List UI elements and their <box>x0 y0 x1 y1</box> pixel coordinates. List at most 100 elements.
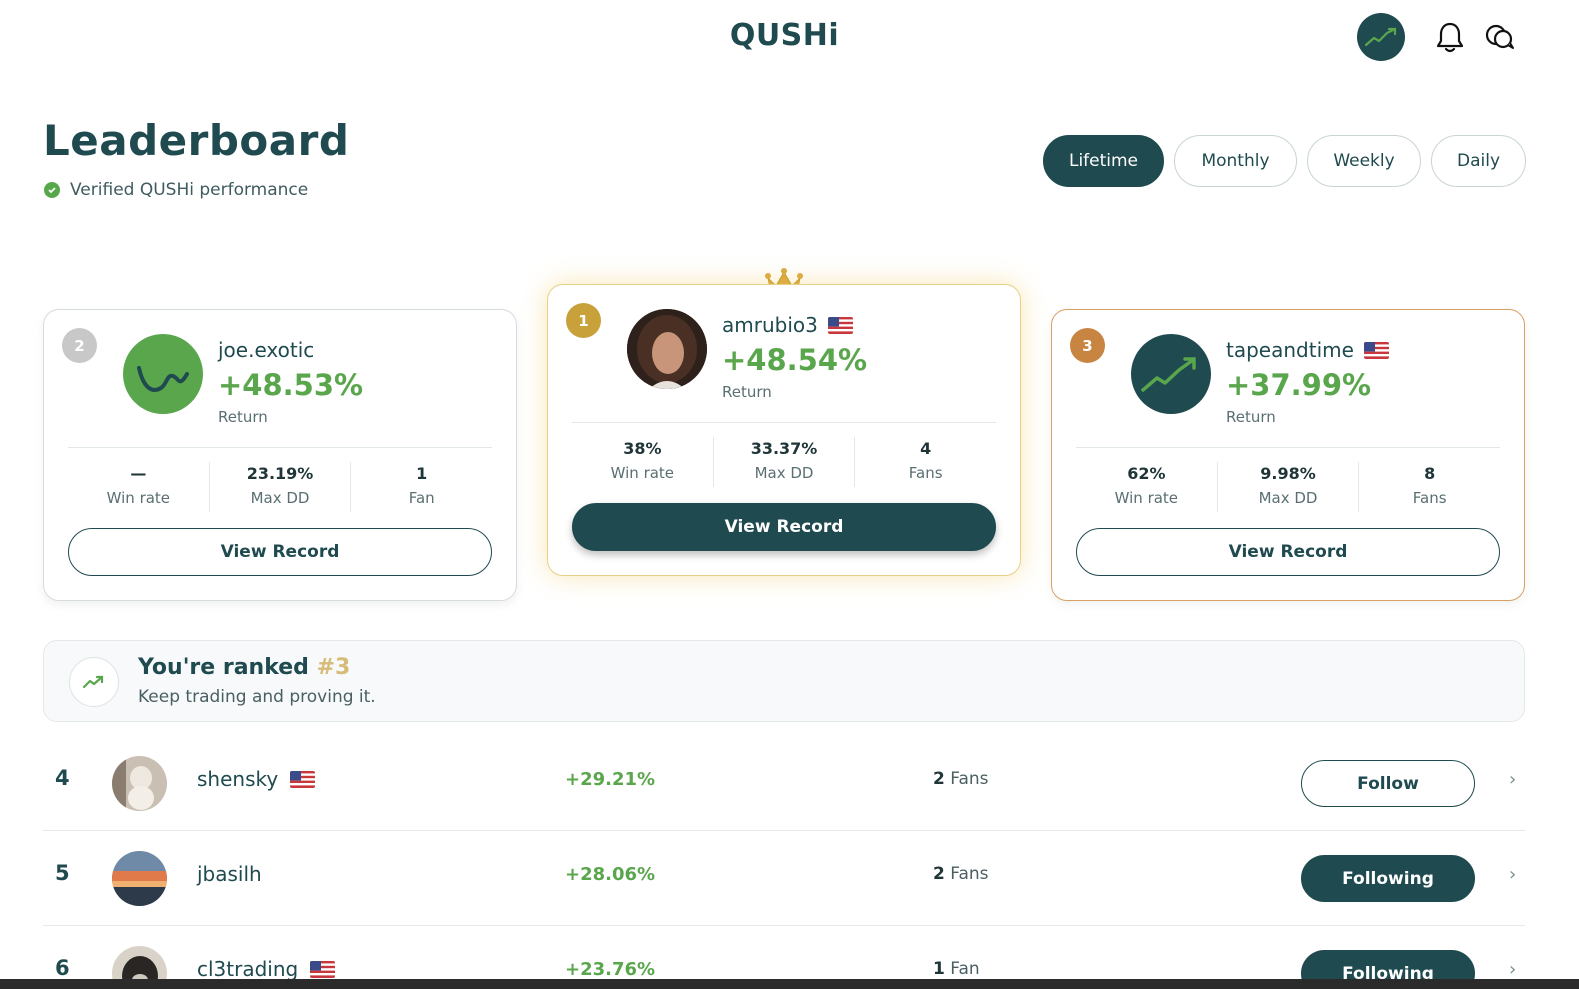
tab-daily[interactable]: Daily <box>1431 135 1526 187</box>
period-tabs: Lifetime Monthly Weekly Daily <box>1043 135 1526 187</box>
username-text[interactable]: tapeandtime <box>1226 338 1354 362</box>
messages-button[interactable] <box>1484 20 1516 54</box>
bell-icon <box>1436 22 1464 53</box>
avatar <box>112 851 167 906</box>
chat-bubbles-icon <box>1485 24 1514 49</box>
stats-row: 62% Win rate 9.98% Max DD 8 Fans <box>1076 462 1500 512</box>
stat-win-rate: 62% Win rate <box>1076 462 1218 512</box>
wave-logo-icon <box>137 366 189 392</box>
row-fans: 1 Fan <box>933 959 980 979</box>
view-record-button[interactable]: View Record <box>1076 528 1500 576</box>
stats-row: 38% Win rate 33.37% Max DD 4 Fans <box>572 437 996 487</box>
profile-avatar[interactable] <box>1357 13 1405 61</box>
podium-card-first[interactable]: 1 amrubio3 +48.54% Return 38% Win rate 3… <box>547 284 1021 576</box>
view-record-button[interactable]: View Record <box>68 528 492 576</box>
username-text[interactable]: jbasilh <box>197 862 262 886</box>
podium-card-second[interactable]: 2 joe.exotic +48.53% Return — Win rate 2… <box>43 309 517 601</box>
row-return: +29.21% <box>565 769 656 790</box>
podium-card-third[interactable]: 3 tapeandtime +37.99% Return 62% Win rat… <box>1051 309 1525 601</box>
verified-text: Verified QUSHi performance <box>70 180 309 200</box>
tab-weekly[interactable]: Weekly <box>1307 135 1421 187</box>
stat-label: Win rate <box>1114 489 1179 507</box>
username[interactable]: jbasilh <box>197 862 262 886</box>
chevron-right-icon[interactable]: › <box>1509 769 1516 790</box>
stat-label: Win rate <box>106 489 171 507</box>
username-text[interactable]: shensky <box>197 767 278 791</box>
stat-value: 8 <box>1424 464 1436 483</box>
return-label: Return <box>1226 408 1276 426</box>
us-flag-icon <box>310 960 336 978</box>
tab-lifetime[interactable]: Lifetime <box>1043 135 1164 187</box>
stat-fans: 1 Fan <box>351 462 492 512</box>
row-rank: 5 <box>55 861 70 885</box>
fans-count: 1 <box>933 959 945 979</box>
avatar <box>1131 334 1211 414</box>
following-button[interactable]: Following <box>1301 855 1475 902</box>
row-rank: 6 <box>55 956 70 980</box>
trend-chart-icon <box>1364 27 1397 47</box>
return-label: Return <box>218 408 268 426</box>
stat-value: 33.37% <box>750 439 818 458</box>
my-rank-subtitle: Keep trading and proving it. <box>138 687 376 707</box>
us-flag-icon <box>827 316 853 334</box>
rank-badge: 1 <box>566 303 601 338</box>
row-fans: 2 Fans <box>933 864 989 884</box>
us-flag-icon <box>1363 341 1389 359</box>
stat-label: Max DD <box>1258 489 1318 507</box>
portrait-photo <box>627 309 707 389</box>
stat-value: 62% <box>1127 464 1166 483</box>
stat-max-dd: 9.98% Max DD <box>1218 462 1360 512</box>
follow-button[interactable]: Follow <box>1301 760 1475 807</box>
username-text[interactable]: joe.exotic <box>218 338 314 362</box>
table-row[interactable]: 4 shensky +29.21% 2 Fans Follow › <box>43 736 1525 831</box>
verified-check-icon <box>44 182 60 198</box>
my-rank-banner: You're ranked #3 Keep trading and provin… <box>43 640 1525 722</box>
app-logo[interactable]: QUSHi <box>0 18 1569 53</box>
row-rank: 4 <box>55 766 70 790</box>
stat-value: — <box>130 464 147 483</box>
avatar <box>123 334 203 414</box>
stat-max-dd: 33.37% Max DD <box>714 437 856 487</box>
username-text[interactable]: cl3trading <box>197 957 298 981</box>
table-row[interactable]: 5 jbasilh +28.06% 2 Fans Following › <box>43 831 1525 926</box>
stat-win-rate: — Win rate <box>68 462 210 512</box>
chevron-right-icon[interactable]: › <box>1509 959 1516 980</box>
stat-label: Max DD <box>250 489 310 507</box>
stat-value: 9.98% <box>1260 464 1316 483</box>
verified-note: Verified QUSHi performance <box>44 180 308 200</box>
notifications-button[interactable] <box>1434 20 1466 54</box>
username[interactable]: joe.exotic <box>218 338 314 362</box>
my-rank-title: You're ranked #3 <box>138 655 350 680</box>
fans-label: Fan <box>950 959 980 979</box>
chevron-right-icon[interactable]: › <box>1509 864 1516 885</box>
username[interactable]: cl3trading <box>197 957 336 981</box>
tab-monthly[interactable]: Monthly <box>1174 135 1297 187</box>
username[interactable]: tapeandtime <box>1226 338 1389 362</box>
return-value: +37.99% <box>1226 368 1372 402</box>
avatar <box>627 309 707 389</box>
stat-fans: 4 Fans <box>855 437 996 487</box>
stat-value: 23.19% <box>246 464 314 483</box>
my-rank-prefix: You're ranked <box>138 655 309 680</box>
stat-value: 4 <box>920 439 932 458</box>
username[interactable]: shensky <box>197 767 316 791</box>
stat-label: Fan <box>408 489 435 507</box>
row-return: +23.76% <box>565 959 656 980</box>
divider <box>572 422 996 423</box>
us-flag-icon <box>290 770 316 788</box>
sunset-photo <box>112 851 167 906</box>
view-record-button[interactable]: View Record <box>572 503 996 551</box>
stat-label: Max DD <box>754 464 814 482</box>
divider <box>1076 447 1500 448</box>
username[interactable]: amrubio3 <box>722 313 853 337</box>
username-text[interactable]: amrubio3 <box>722 313 818 337</box>
return-value: +48.54% <box>722 343 868 377</box>
stat-value: 38% <box>623 439 662 458</box>
my-rank-value: #3 <box>316 655 351 680</box>
avatar <box>112 756 167 811</box>
fans-label: Fans <box>950 769 989 789</box>
stat-label: Fans <box>908 464 943 482</box>
page-title: Leaderboard <box>43 116 350 165</box>
dog-photo <box>112 756 167 811</box>
trending-up-icon <box>69 657 119 707</box>
